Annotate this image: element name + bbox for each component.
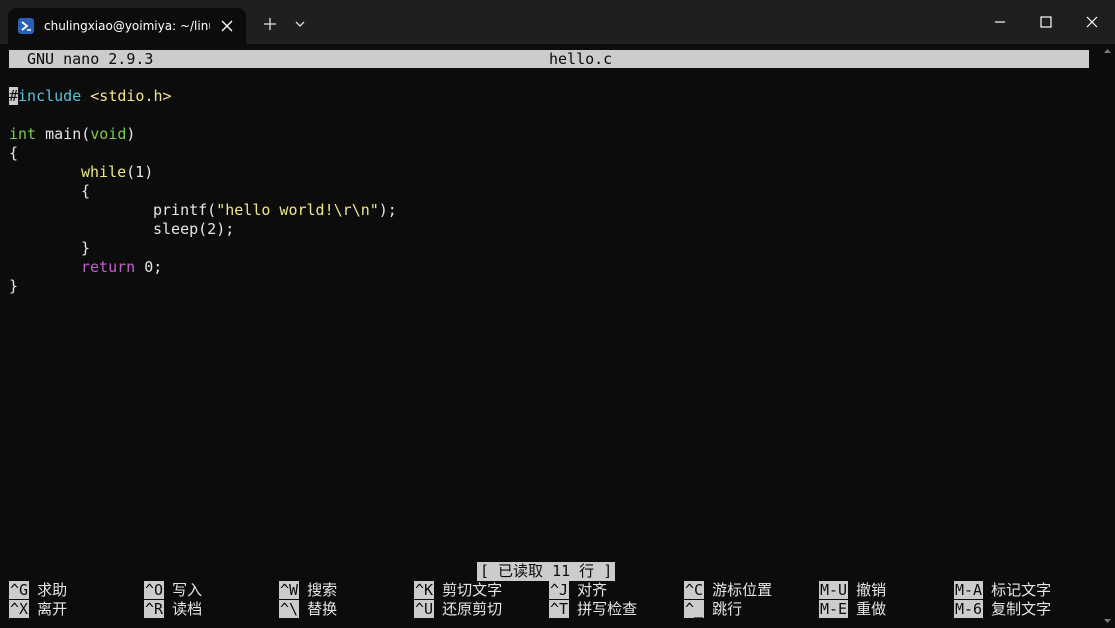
close-tab-icon[interactable]: [218, 17, 236, 35]
code-line-8: sleep(2);: [153, 220, 235, 238]
nano-version: GNU nano 2.9.3: [27, 50, 154, 68]
maximize-icon[interactable]: [1036, 12, 1056, 32]
nano-header-bar: GNU nano 2.9.3 hello.c: [9, 50, 1089, 68]
shortcut-help[interactable]: ^G 求助: [9, 581, 67, 600]
code-line-4: {: [9, 144, 19, 162]
code-line-10: return 0;: [81, 258, 163, 276]
shortcut-spell-check[interactable]: ^T 拼写检查: [549, 600, 637, 619]
chevron-down-icon[interactable]: [290, 14, 310, 34]
shortcut-mark-text[interactable]: M-A 标记文字: [954, 581, 1051, 600]
code-line-11: }: [9, 277, 19, 295]
shortcut-undo[interactable]: M-U 撤销: [819, 581, 886, 600]
shortcut-justify[interactable]: ^J 对齐: [549, 581, 607, 600]
shortcut-redo[interactable]: M-E 重做: [819, 600, 886, 619]
code-line-7: printf("hello world!\r\n");: [153, 201, 397, 219]
code-line-5: while(1): [81, 163, 154, 181]
vertical-scrollbar[interactable]: [1100, 44, 1115, 628]
shortcut-read-file[interactable]: ^R 读档: [144, 600, 202, 619]
shortcut-search[interactable]: ^W 搜索: [279, 581, 337, 600]
code-line-3: int main(void): [9, 125, 136, 143]
powershell-icon: [18, 18, 34, 34]
minimize-icon[interactable]: [990, 12, 1010, 32]
text-cursor: #: [9, 87, 19, 105]
shortcut-go-to-line[interactable]: ^_ 跳行: [684, 600, 742, 619]
tab-title: chulingxiao@yoimiya: ~/linux: [44, 19, 210, 33]
shortcut-write-out[interactable]: ^O 写入: [144, 581, 202, 600]
title-bar: chulingxiao@yoimiya: ~/linux: [0, 0, 1115, 44]
code-line-9: }: [81, 239, 91, 257]
file-name: hello.c: [549, 50, 613, 68]
code-line-1: #include <stdio.h>: [9, 87, 172, 105]
status-message: [ 已读取 11 行 ]: [477, 562, 616, 581]
shortcut-uncut-text[interactable]: ^U 还原剪切: [414, 600, 502, 619]
shortcut-cut-text[interactable]: ^K 剪切文字: [414, 581, 502, 600]
shortcut-copy-text[interactable]: M-6 复制文字: [954, 600, 1051, 619]
shortcut-cursor-position[interactable]: ^C 游标位置: [684, 581, 772, 600]
shortcut-replace[interactable]: ^\ 替换: [279, 600, 337, 619]
shortcut-exit[interactable]: ^X 离开: [9, 600, 67, 619]
new-tab-plus-icon[interactable]: [260, 14, 280, 34]
terminal-tab[interactable]: chulingxiao@yoimiya: ~/linux: [8, 8, 246, 44]
close-window-icon[interactable]: [1082, 12, 1102, 32]
code-line-6: {: [81, 182, 91, 200]
